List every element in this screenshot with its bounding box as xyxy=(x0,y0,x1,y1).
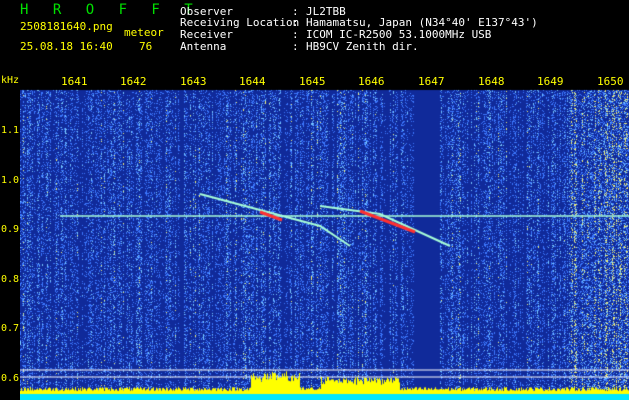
time-tick-label: 1648 xyxy=(478,75,505,88)
timestamp-label: 25.08.18 16:40 xyxy=(20,40,113,53)
frequency-axis: kHz 1.1 1.0 0.9 0.8 0.7 0.6 xyxy=(0,74,20,400)
time-tick-label: 1647 xyxy=(418,75,445,88)
antenna-value: HB9CV Zenith dir. xyxy=(306,40,419,53)
time-tick-label: 1650 xyxy=(597,75,624,88)
frequency-unit-label: kHz xyxy=(1,75,20,86)
event-count-label: 76 xyxy=(139,40,153,53)
filename-label: 2508181640.png xyxy=(20,20,113,33)
antenna-key: Antenna xyxy=(180,40,227,53)
time-tick-label: 1642 xyxy=(120,75,147,88)
app-title: H R O F F T xyxy=(20,2,201,18)
frequency-tick-label: 0.8 xyxy=(1,274,20,285)
time-tick-label: 1646 xyxy=(358,75,385,88)
time-tick-label: 1641 xyxy=(61,75,88,88)
frequency-tick-label: 1.0 xyxy=(1,175,20,186)
event-type-label: meteor xyxy=(124,26,164,39)
frequency-tick-label: 0.7 xyxy=(1,323,20,334)
frequency-tick-label: 1.1 xyxy=(1,125,20,136)
time-tick-label: 1644 xyxy=(239,75,266,88)
frequency-tick-label: 0.9 xyxy=(1,224,20,235)
time-axis: 1641 1642 1643 1644 1645 1646 1647 1648 … xyxy=(0,74,629,90)
separator-colon: : xyxy=(292,40,299,53)
spectrogram-canvas xyxy=(20,74,629,400)
time-tick-label: 1643 xyxy=(180,75,207,88)
header-panel: H R O F F T 2508181640.png 25.08.18 16:4… xyxy=(0,0,629,74)
time-tick-label: 1645 xyxy=(299,75,326,88)
time-tick-label: 1649 xyxy=(537,75,564,88)
frequency-tick-label: 0.6 xyxy=(1,373,20,384)
